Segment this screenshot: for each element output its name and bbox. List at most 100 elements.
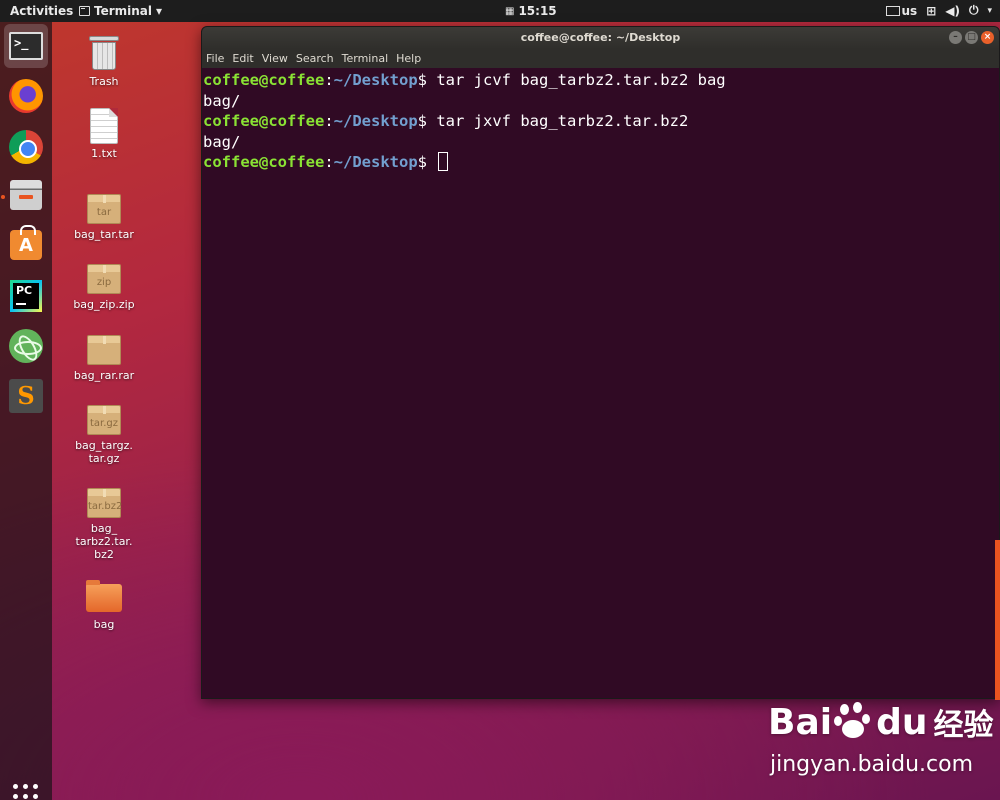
prompt-path: ~/Desktop xyxy=(333,112,418,130)
tray-chevron-down-icon[interactable]: ▾ xyxy=(987,6,992,16)
archive-icon: tar xyxy=(87,194,121,224)
command-text: tar jxvf bag_tarbz2.tar.bz2 xyxy=(427,112,689,130)
desktop-bag-folder-label: bag xyxy=(93,618,115,631)
system-tray[interactable]: us ⊞ ◀) ⏻ ▾ xyxy=(885,3,992,18)
menu-view[interactable]: View xyxy=(262,49,288,68)
terminal-menubar: File Edit View Search Terminal Help xyxy=(202,49,999,68)
folder-icon xyxy=(86,580,122,612)
desktop-trash-label: Trash xyxy=(89,75,119,88)
sublime-text-icon: S xyxy=(9,379,43,413)
prompt-symbol: $ xyxy=(417,71,428,89)
pycharm-icon: PC xyxy=(10,280,42,312)
terminal-icon: >_ xyxy=(9,32,43,60)
clock-time: 15:15 xyxy=(518,4,557,18)
desktop-trash[interactable]: Trash xyxy=(64,36,144,88)
archive-icon: zip xyxy=(87,264,121,294)
baidu-logo-text-cn: 经验 xyxy=(933,708,994,743)
output-text: bag/ xyxy=(203,91,241,110)
prompt-path: ~/Desktop xyxy=(333,153,418,171)
app-menu[interactable]: Terminal ▾ xyxy=(79,4,162,18)
prompt-separator: : xyxy=(324,153,334,171)
terminal-line: bag/ xyxy=(203,91,999,112)
terminal-line: coffee@coffee:~/Desktop$ tar jxvf bag_ta… xyxy=(203,111,999,132)
dock-terminal[interactable]: >_ xyxy=(4,24,48,68)
menu-file[interactable]: File xyxy=(206,49,224,68)
desktop-bag-tarbz2[interactable]: tar.bz2 bag_ tarbz2.tar. bz2 xyxy=(64,488,144,561)
dock-atom[interactable] xyxy=(4,324,48,368)
prompt-separator: : xyxy=(324,71,334,89)
menu-help[interactable]: Help xyxy=(396,49,421,68)
power-icon[interactable]: ⏻ xyxy=(969,3,979,18)
desktop-file-1txt-label: 1.txt xyxy=(91,147,117,160)
clock[interactable]: ▦ 15:15 xyxy=(505,4,557,18)
desktop-bag-rar[interactable]: bag_rar.rar xyxy=(64,335,144,382)
desktop-bag-folder[interactable]: bag xyxy=(64,580,144,631)
dock-firefox[interactable] xyxy=(4,74,48,118)
chrome-icon xyxy=(9,130,43,164)
desktop-bag-tarbz2-label-1: bag_ xyxy=(90,522,118,535)
firefox-icon xyxy=(9,79,43,113)
prompt-symbol: $ xyxy=(417,153,428,171)
window-title: coffee@coffee: ~/Desktop xyxy=(520,31,681,44)
edge-scrollbar[interactable] xyxy=(995,540,1000,700)
window-controls: – □ × xyxy=(949,31,994,44)
keyboard-icon xyxy=(885,5,900,16)
paw-icon xyxy=(834,702,874,742)
archive-icon: tar.bz2 xyxy=(87,488,122,518)
minimize-icon[interactable]: – xyxy=(949,31,962,44)
text-cursor xyxy=(438,152,449,171)
terminal-window[interactable]: coffee@coffee: ~/Desktop – □ × File Edit… xyxy=(201,26,1000,699)
network-icon[interactable]: ⊞ xyxy=(926,4,936,18)
show-applications-icon[interactable] xyxy=(13,784,39,800)
desktop-bag-tar[interactable]: tar bag_tar.tar xyxy=(64,194,144,241)
dock-files[interactable] xyxy=(4,173,48,217)
desktop-bag-rar-label: bag_rar.rar xyxy=(73,369,135,382)
terminal-line: bag/ xyxy=(203,132,999,153)
prompt-user: coffee@coffee xyxy=(203,112,325,130)
dock-sublime[interactable]: S xyxy=(4,374,48,418)
top-bar: Activities Terminal ▾ ▦ 15:15 us ⊞ ◀) ⏻ … xyxy=(0,0,1000,22)
close-icon[interactable]: × xyxy=(981,31,994,44)
terminal-line: coffee@coffee:~/Desktop$ xyxy=(203,152,999,173)
keyboard-layout[interactable]: us xyxy=(885,3,918,18)
maximize-icon[interactable]: □ xyxy=(965,31,978,44)
watermark-url: jingyan.baidu.com xyxy=(770,752,974,777)
desktop-file-1txt[interactable]: 1.txt xyxy=(64,108,144,160)
volume-icon[interactable]: ◀) xyxy=(945,4,960,18)
activities-button[interactable]: Activities xyxy=(10,4,73,18)
desktop-bag-zip[interactable]: zip bag_zip.zip xyxy=(64,264,144,311)
menu-search[interactable]: Search xyxy=(296,49,334,68)
command-text: tar jcvf bag_tarbz2.tar.bz2 bag xyxy=(427,71,726,89)
baidu-watermark: Bai du 经验 jingyan.baidu.com xyxy=(768,700,998,790)
prompt-path: ~/Desktop xyxy=(333,71,418,89)
desktop-bag-zip-label: bag_zip.zip xyxy=(73,298,135,311)
terminal-output[interactable]: coffee@coffee:~/Desktop$ tar jcvf bag_ta… xyxy=(202,68,999,173)
menu-terminal[interactable]: Terminal xyxy=(342,49,389,68)
dock-software-center[interactable]: A xyxy=(4,223,48,267)
baidu-logo: Bai du 经验 xyxy=(768,700,998,744)
atom-icon xyxy=(9,329,43,363)
window-titlebar[interactable]: coffee@coffee: ~/Desktop – □ × xyxy=(202,27,999,49)
desktop-bag-targz-label-2: tar.gz xyxy=(88,452,120,465)
prompt-symbol: $ xyxy=(417,112,428,130)
desktop-bag-tarbz2-label-2: tarbz2.tar. xyxy=(75,535,133,548)
chevron-down-icon: ▾ xyxy=(156,4,163,18)
archive-icon: tar.gz xyxy=(87,405,121,435)
baidu-logo-text-b: du xyxy=(876,701,928,743)
terminal-line: coffee@coffee:~/Desktop$ tar jcvf bag_ta… xyxy=(203,70,999,91)
command-text xyxy=(427,153,436,171)
prompt-user: coffee@coffee xyxy=(203,153,325,171)
dock-chrome[interactable] xyxy=(4,125,48,169)
archive-icon xyxy=(87,335,121,365)
prompt-user: coffee@coffee xyxy=(203,71,325,89)
keyboard-layout-label: us xyxy=(901,3,918,18)
dock-pycharm[interactable]: PC xyxy=(4,274,48,318)
menu-edit[interactable]: Edit xyxy=(232,49,253,68)
output-text: bag/ xyxy=(203,132,241,151)
desktop-bag-tarbz2-label-3: bz2 xyxy=(94,548,114,561)
files-icon xyxy=(10,180,42,210)
text-file-icon xyxy=(90,108,118,144)
desktop-bag-targz-label-1: bag_targz. xyxy=(75,439,133,452)
desktop-bag-tar-label: bag_tar.tar xyxy=(74,228,134,241)
desktop-bag-targz[interactable]: tar.gz bag_targz. tar.gz xyxy=(64,405,144,465)
